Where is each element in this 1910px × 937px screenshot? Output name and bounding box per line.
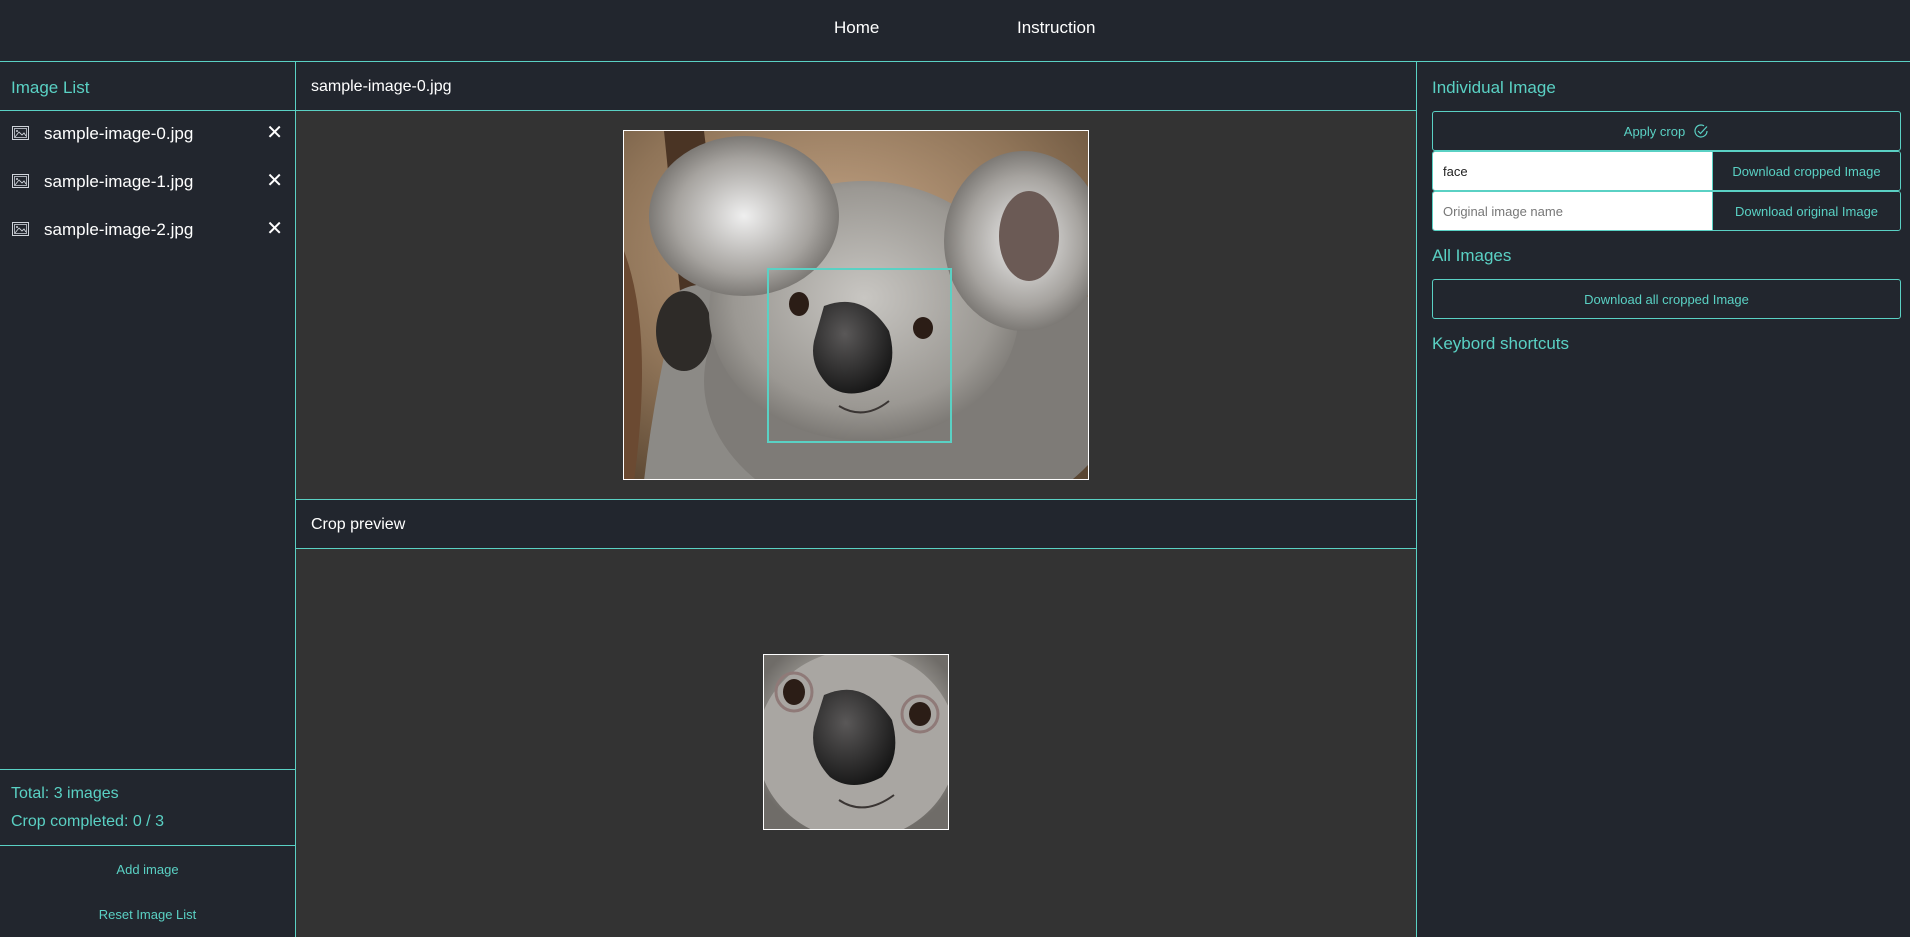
cropped-image-name-input[interactable] (1433, 152, 1712, 190)
image-list: sample-image-0.jpg ✕ sample-image-1.jpg … (0, 111, 295, 255)
close-icon[interactable]: ✕ (266, 122, 283, 144)
all-images-title: All Images (1432, 246, 1512, 265)
download-all-cropped-button[interactable]: Download all cropped Image (1432, 279, 1901, 319)
koala-face-image (764, 655, 948, 829)
check-circle-icon (1694, 124, 1708, 138)
download-cropped-button[interactable]: Download cropped Image (1712, 152, 1900, 190)
cropped-image-preview (763, 654, 949, 830)
current-image-title: sample-image-0.jpg (311, 78, 452, 95)
crop-preview-canvas (296, 549, 1416, 937)
original-image-name-row: Download original Image (1432, 191, 1901, 231)
top-nav: Home Instruction (0, 0, 1910, 62)
image-file-icon (12, 174, 29, 188)
image-file-icon (12, 222, 29, 236)
source-image[interactable] (623, 130, 1089, 480)
apply-crop-label: Apply crop (1623, 123, 1686, 139)
image-list-item[interactable]: sample-image-2.jpg ✕ (0, 207, 295, 255)
image-list-title: Image List (11, 78, 90, 97)
actions-panel: Individual Image Apply crop Download cro… (1416, 62, 1910, 937)
image-list-sidebar: Image List sample-image-0.jpg ✕ sample-i… (0, 62, 296, 937)
image-canvas (296, 111, 1416, 500)
image-panel-header: sample-image-0.jpg (296, 62, 1416, 111)
nav-home-link[interactable]: Home (834, 18, 879, 38)
image-file-name: sample-image-2.jpg (44, 220, 194, 239)
keyboard-shortcuts-title[interactable]: Keybord shortcuts (1432, 334, 1569, 354)
crop-selection-box[interactable] (767, 268, 952, 443)
close-icon[interactable]: ✕ (266, 218, 283, 240)
image-file-name: sample-image-0.jpg (44, 124, 194, 143)
image-list-item[interactable]: sample-image-1.jpg ✕ (0, 159, 295, 207)
nav-instruction-link[interactable]: Instruction (1017, 18, 1095, 38)
apply-crop-button[interactable]: Apply crop (1432, 111, 1901, 151)
image-file-name: sample-image-1.jpg (44, 172, 194, 191)
total-count: Total: 3 images (11, 785, 119, 802)
image-list-item[interactable]: sample-image-0.jpg ✕ (0, 111, 295, 159)
crop-completed-count: Crop completed: 0 / 3 (11, 813, 164, 830)
workspace: sample-image-0.jpg Crop preview (296, 62, 1416, 937)
close-icon[interactable]: ✕ (266, 170, 283, 192)
crop-preview-title: Crop preview (311, 516, 406, 533)
preview-panel-header: Crop preview (296, 500, 1416, 549)
download-original-button[interactable]: Download original Image (1712, 192, 1900, 230)
reset-image-list-button[interactable]: Reset Image List (0, 907, 295, 922)
original-image-name-input[interactable] (1433, 192, 1712, 230)
image-file-icon (12, 126, 29, 140)
individual-image-title: Individual Image (1432, 78, 1556, 97)
add-image-button[interactable]: Add image (0, 862, 295, 877)
cropped-image-name-row: Download cropped Image (1432, 151, 1901, 191)
image-stats: Total: 3 images Crop completed: 0 / 3 (0, 769, 295, 846)
